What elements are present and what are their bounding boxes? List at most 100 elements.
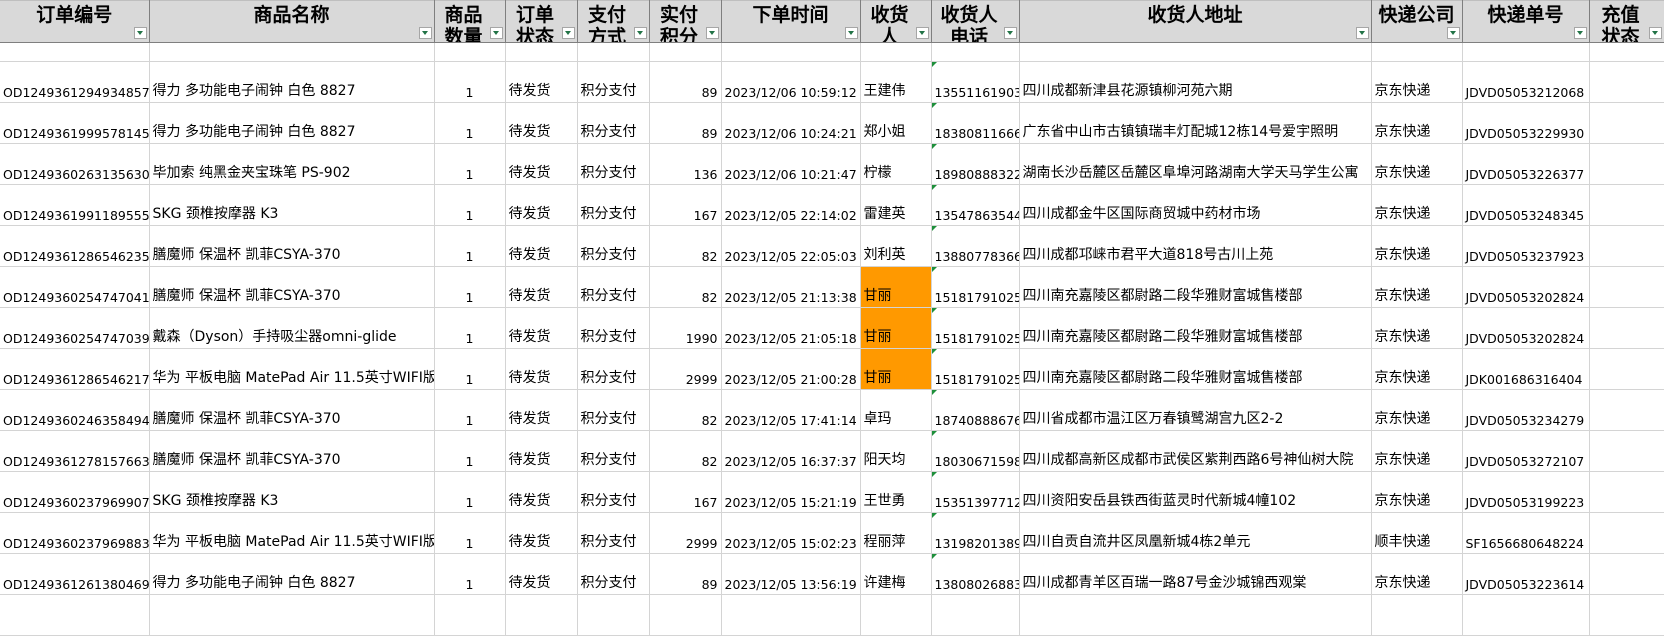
cell-order-id[interactable]: OD1249361991189555 <box>0 184 150 226</box>
cell-order-id[interactable]: OD1249361286546217 <box>0 348 150 390</box>
cell-recipient-phone[interactable]: 13808026883 <box>931 553 1020 595</box>
cell-points-paid[interactable]: 167 <box>649 471 722 513</box>
cell-quantity[interactable]: 1 <box>434 266 506 308</box>
cell-courier[interactable]: 京东快递 <box>1371 348 1463 390</box>
cell-product-name[interactable]: 膳魔师 保温杯 凯菲CSYA-370 <box>149 430 435 472</box>
cell[interactable] <box>931 594 1020 636</box>
cell-tracking-number[interactable]: SF1656680648224 <box>1462 512 1590 554</box>
cell-courier[interactable]: 京东快递 <box>1371 102 1463 144</box>
cell-order-id[interactable]: OD1249361261380469 <box>0 553 150 595</box>
cell[interactable] <box>1462 594 1590 636</box>
cell-points-paid[interactable]: 82 <box>649 225 722 267</box>
cell-tracking-number[interactable]: JDVD05053202824 <box>1462 307 1590 349</box>
cell-tracking-number[interactable]: JDVD05053272107 <box>1462 430 1590 472</box>
cell-points-paid[interactable]: 167 <box>649 184 722 226</box>
filter-dropdown-icon[interactable] <box>844 27 858 39</box>
cell-recharge-status[interactable] <box>1589 553 1664 595</box>
cell-payment-method[interactable]: 积分支付 <box>577 143 650 185</box>
cell-order-status[interactable]: 待发货 <box>505 471 578 513</box>
filter-dropdown-icon[interactable] <box>705 27 719 39</box>
cell-quantity[interactable]: 1 <box>434 512 506 554</box>
cell-payment-method[interactable]: 积分支付 <box>577 430 650 472</box>
cell[interactable] <box>860 594 932 636</box>
cell-order-id[interactable]: OD1249361999578145 <box>0 102 150 144</box>
cell-tracking-number[interactable]: JDVD05053226377 <box>1462 143 1590 185</box>
cell-payment-method[interactable]: 积分支付 <box>577 512 650 554</box>
cell-product-name[interactable]: 膳魔师 保温杯 凯菲CSYA-370 <box>149 389 435 431</box>
cell-order-time[interactable]: 2023/12/05 13:56:19 <box>721 553 861 595</box>
cell-recipient-address[interactable]: 湖南长沙岳麓区岳麓区阜埠河路湖南大学天马学生公寓 <box>1019 143 1372 185</box>
column-header-recharge-status[interactable]: 充值状态 <box>1589 0 1664 43</box>
filter-dropdown-icon[interactable] <box>1573 27 1587 39</box>
cell-recipient-address[interactable]: 四川成都新津县花源镇柳河苑六期 <box>1019 61 1372 103</box>
cell[interactable] <box>505 594 578 636</box>
cell-quantity[interactable]: 1 <box>434 184 506 226</box>
cell-order-time[interactable]: 2023/12/06 10:59:12 <box>721 61 861 103</box>
cell-order-time[interactable]: 2023/12/06 10:21:47 <box>721 143 861 185</box>
cell-payment-method[interactable]: 积分支付 <box>577 266 650 308</box>
cell-recipient-phone[interactable]: 13547863544 <box>931 184 1020 226</box>
cell-recipient-phone[interactable]: 15181791025 <box>931 266 1020 308</box>
cell-courier[interactable]: 京东快递 <box>1371 225 1463 267</box>
cell-points-paid[interactable]: 2999 <box>649 348 722 390</box>
filter-dropdown-icon[interactable] <box>1446 27 1460 39</box>
cell-recharge-status[interactable] <box>1589 307 1664 349</box>
cell-recipient[interactable]: 许建梅 <box>860 553 932 595</box>
cell-order-time[interactable]: 2023/12/05 15:21:19 <box>721 471 861 513</box>
cell-order-status[interactable]: 待发货 <box>505 430 578 472</box>
cell-order-time[interactable]: 2023/12/05 17:41:14 <box>721 389 861 431</box>
cell[interactable] <box>434 594 506 636</box>
filter-dropdown-icon[interactable] <box>915 27 929 39</box>
cell-payment-method[interactable]: 积分支付 <box>577 348 650 390</box>
cell-recharge-status[interactable] <box>1589 512 1664 554</box>
filter-dropdown-icon[interactable] <box>1003 27 1017 39</box>
cell-recipient-address[interactable]: 四川成都邛崃市君平大道818号古川上苑 <box>1019 225 1372 267</box>
cell-order-id[interactable]: OD1249360254747041 <box>0 266 150 308</box>
cell-recipient-address[interactable]: 四川南充嘉陵区都尉路二段华雅财富城售楼部 <box>1019 348 1372 390</box>
cell-order-status[interactable]: 待发货 <box>505 307 578 349</box>
cell-quantity[interactable]: 1 <box>434 430 506 472</box>
cell-tracking-number[interactable]: JDVD05053199223 <box>1462 471 1590 513</box>
cell-order-time[interactable]: 2023/12/05 21:13:38 <box>721 266 861 308</box>
cell-quantity[interactable]: 1 <box>434 102 506 144</box>
cell-courier[interactable]: 京东快递 <box>1371 184 1463 226</box>
cell-order-time[interactable]: 2023/12/05 16:37:37 <box>721 430 861 472</box>
cell-recipient[interactable]: 柠檬 <box>860 143 932 185</box>
cell-order-id[interactable]: OD1249361286546235 <box>0 225 150 267</box>
cell-recipient-phone[interactable]: 18980888322 <box>931 143 1020 185</box>
cell-tracking-number[interactable]: JDVD05053212068 <box>1462 61 1590 103</box>
filter-dropdown-icon[interactable] <box>489 27 503 39</box>
filter-dropdown-icon[interactable] <box>1648 27 1662 39</box>
cell-recipient-phone[interactable]: 13198201389 <box>931 512 1020 554</box>
cell[interactable] <box>1371 594 1463 636</box>
cell-recipient-address[interactable]: 四川南充嘉陵区都尉路二段华雅财富城售楼部 <box>1019 307 1372 349</box>
cell-order-time[interactable]: 2023/12/05 22:05:03 <box>721 225 861 267</box>
cell-points-paid[interactable]: 82 <box>649 430 722 472</box>
cell-courier[interactable]: 顺丰快递 <box>1371 512 1463 554</box>
cell[interactable] <box>1589 42 1664 62</box>
cell-payment-method[interactable]: 积分支付 <box>577 102 650 144</box>
cell-order-status[interactable]: 待发货 <box>505 225 578 267</box>
cell-recipient-phone[interactable]: 18380811666 <box>931 102 1020 144</box>
cell-recipient-address[interactable]: 四川资阳安岳县铁西街蓝灵时代新城4幢102 <box>1019 471 1372 513</box>
cell[interactable] <box>1371 42 1463 62</box>
cell-product-name[interactable]: 膳魔师 保温杯 凯菲CSYA-370 <box>149 225 435 267</box>
cell-recipient-phone[interactable]: 15181791025 <box>931 307 1020 349</box>
cell-points-paid[interactable]: 89 <box>649 102 722 144</box>
cell[interactable] <box>721 594 861 636</box>
cell-quantity[interactable]: 1 <box>434 225 506 267</box>
cell[interactable] <box>860 42 932 62</box>
cell-recipient-phone[interactable]: 13880778366 <box>931 225 1020 267</box>
cell-product-name[interactable]: 毕加索 纯黑金夹宝珠笔 PS-902 <box>149 143 435 185</box>
cell-points-paid[interactable]: 1990 <box>649 307 722 349</box>
cell-quantity[interactable]: 1 <box>434 553 506 595</box>
cell-recipient[interactable]: 刘利英 <box>860 225 932 267</box>
cell-courier[interactable]: 京东快递 <box>1371 553 1463 595</box>
cell-recharge-status[interactable] <box>1589 430 1664 472</box>
filter-dropdown-icon[interactable] <box>418 27 432 39</box>
column-header-product-name[interactable]: 商品名称 <box>149 0 435 43</box>
cell-product-name[interactable]: 得力 多功能电子闹钟 白色 8827 <box>149 102 435 144</box>
filter-dropdown-icon[interactable] <box>1355 27 1369 39</box>
cell-order-status[interactable]: 待发货 <box>505 61 578 103</box>
cell[interactable] <box>577 594 650 636</box>
